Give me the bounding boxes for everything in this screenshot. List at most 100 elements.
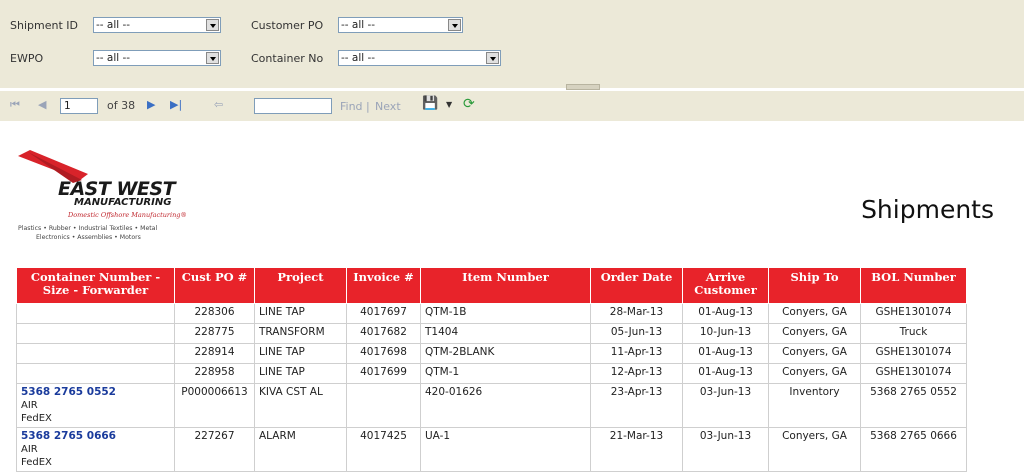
ewpo-select[interactable]: -- all --	[93, 50, 221, 66]
last-page-icon[interactable]: ▶|	[170, 98, 182, 111]
cell-arrive: 03-Jun-13	[682, 383, 769, 428]
find-link[interactable]: Find	[340, 100, 363, 113]
customer-po-value: -- all --	[341, 19, 376, 31]
chevron-down-icon[interactable]	[206, 19, 219, 31]
first-page-icon[interactable]: ⏮	[10, 98, 20, 112]
chevron-down-icon[interactable]	[206, 52, 219, 64]
parameter-panel: Shipment ID -- all -- Customer PO -- all…	[0, 0, 1024, 90]
ewpo-value: -- all --	[96, 52, 131, 64]
logo-sub: MANUFACTURING	[74, 197, 172, 208]
customer-po-label: Customer PO	[251, 19, 324, 32]
col-arrive-customer: Arrive Customer	[682, 267, 769, 304]
cell-invoice: 4017425	[346, 427, 421, 472]
table-body: 228306 LINE TAP 4017697 QTM-1B 28-Mar-13 01-A…	[16, 303, 967, 472]
cell-po: 228914	[174, 343, 255, 364]
cell-arrive: 10-Jun-13	[682, 323, 769, 344]
container-size: AIR	[21, 400, 38, 411]
cell-invoice: 4017698	[346, 343, 421, 364]
page-count: of 38	[107, 99, 136, 112]
cell-po: 228958	[174, 363, 255, 384]
cell-po: 228306	[174, 303, 255, 324]
cell-container: 5368 2765 0666 AIR FedEX	[16, 427, 175, 472]
cell-arrive: 03-Jun-13	[682, 427, 769, 472]
previous-page-icon[interactable]: ◀	[38, 98, 46, 111]
cell-item: QTM-1B	[420, 303, 591, 324]
refresh-icon[interactable]: ⟳	[463, 96, 475, 112]
container-no-select[interactable]: -- all --	[338, 50, 501, 66]
cell-item: UA-1	[420, 427, 591, 472]
report-toolbar: ⏮ ◀ 1 of 38 ▶ ▶| ⇦ Find | Next 💾 ▼ ⟳	[0, 90, 1024, 121]
cell-project: LINE TAP	[254, 303, 347, 324]
cell-ship-to: Inventory	[768, 383, 861, 428]
col-item-number: Item Number	[420, 267, 591, 304]
cell-arrive: 01-Aug-13	[682, 303, 769, 324]
cell-po: 228775	[174, 323, 255, 344]
cell-project: KIVA CST AL	[254, 383, 347, 428]
chevron-down-icon[interactable]: ▼	[446, 100, 452, 109]
container-size: AIR	[21, 444, 38, 455]
chevron-down-icon[interactable]	[486, 52, 499, 64]
container-link[interactable]: 5368 2765 0666	[21, 430, 170, 443]
find-next-link[interactable]: Next	[375, 100, 401, 113]
cell-project: ALARM	[254, 427, 347, 472]
cell-item: T1404	[420, 323, 591, 344]
cell-invoice: 4017697	[346, 303, 421, 324]
table-row: 228958 LINE TAP 4017699 QTM-1 12-Apr-13 01-Au…	[16, 363, 967, 384]
export-icon[interactable]: 💾	[422, 96, 438, 111]
find-input[interactable]	[254, 98, 332, 114]
table-row: 5368 2765 0666 AIR FedEX 227267 ALARM 4017425…	[16, 427, 967, 472]
col-bol-number: BOL Number	[860, 267, 967, 304]
cell-ship-to: Conyers, GA	[768, 343, 861, 364]
back-icon[interactable]: ⇦	[214, 98, 223, 111]
cell-item: 420-01626	[420, 383, 591, 428]
cell-container	[16, 363, 175, 384]
cell-bol: Truck	[860, 323, 967, 344]
logo-line2: Electronics • Assemblies • Motors	[36, 234, 141, 241]
find-separator: |	[366, 100, 370, 113]
cell-bol: GSHE1301074	[860, 303, 967, 324]
cell-order: 12-Apr-13	[590, 363, 683, 384]
ewpo-label: EWPO	[10, 52, 44, 65]
cell-arrive: 01-Aug-13	[682, 363, 769, 384]
shipments-table: Container Number - Size - Forwarder Cust…	[16, 267, 967, 472]
col-ship-to: Ship To	[768, 267, 861, 304]
container-no-label: Container No	[251, 52, 324, 65]
table-header-row: Container Number - Size - Forwarder Cust…	[16, 267, 967, 304]
container-forwarder: FedEX	[21, 413, 52, 424]
cell-container	[16, 343, 175, 364]
col-invoice: Invoice #	[346, 267, 421, 304]
col-order-date: Order Date	[590, 267, 683, 304]
cell-invoice	[346, 383, 421, 428]
chevron-down-icon[interactable]	[448, 19, 461, 31]
container-forwarder: FedEX	[21, 457, 52, 468]
cell-order: 11-Apr-13	[590, 343, 683, 364]
cell-invoice: 4017699	[346, 363, 421, 384]
shipment-id-select[interactable]: -- all --	[93, 17, 221, 33]
col-cust-po: Cust PO #	[174, 267, 255, 304]
cell-item: QTM-1	[420, 363, 591, 384]
cell-item: QTM-2BLANK	[420, 343, 591, 364]
logo-tagline: Domestic Offshore Manufacturing®	[68, 211, 187, 219]
report-title: Shipments	[861, 195, 994, 224]
next-page-icon[interactable]: ▶	[147, 98, 155, 111]
cell-project: LINE TAP	[254, 363, 347, 384]
customer-po-select[interactable]: -- all --	[338, 17, 463, 33]
cell-ship-to: Conyers, GA	[768, 363, 861, 384]
col-project: Project	[254, 267, 347, 304]
container-link[interactable]: 5368 2765 0552	[21, 386, 170, 399]
table-row: 5368 2765 0552 AIR FedEX P000006613 KIVA CST…	[16, 383, 967, 428]
cell-project: TRANSFORM	[254, 323, 347, 344]
cell-order: 23-Apr-13	[590, 383, 683, 428]
page-number-input[interactable]: 1	[60, 98, 98, 114]
company-logo: EAST WEST MANUFACTURING Domestic Offshor…	[18, 150, 188, 250]
cell-project: LINE TAP	[254, 343, 347, 364]
cell-po: 227267	[174, 427, 255, 472]
cell-container	[16, 323, 175, 344]
cell-order: 21-Mar-13	[590, 427, 683, 472]
cell-order: 05-Jun-13	[590, 323, 683, 344]
cell-ship-to: Conyers, GA	[768, 323, 861, 344]
shipment-id-label: Shipment ID	[10, 19, 78, 32]
shipment-id-value: -- all --	[96, 19, 131, 31]
logo-line1: Plastics • Rubber • Industrial Textiles …	[18, 225, 158, 232]
cell-po: P000006613	[174, 383, 255, 428]
